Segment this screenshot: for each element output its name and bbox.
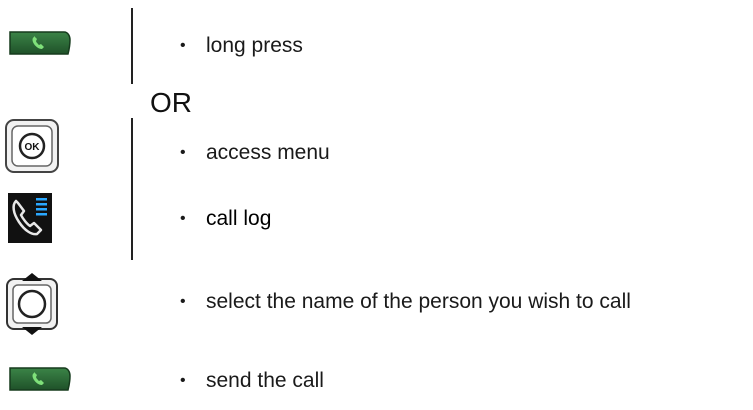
step-text-call-log: call log — [206, 207, 272, 230]
step-text-access-menu: access menu — [206, 141, 330, 164]
bullet: • — [180, 144, 186, 161]
bullet: • — [180, 210, 186, 227]
bullet: • — [180, 293, 186, 310]
step-send-call: • send the call — [180, 369, 324, 393]
ok-button-icon: OK — [4, 118, 60, 174]
divider-line-top — [131, 8, 133, 84]
bullet: • — [180, 372, 186, 389]
green-call-key-icon — [8, 30, 72, 56]
navigator-up-down-icon — [4, 273, 62, 335]
step-call-log: • call log — [180, 207, 271, 231]
step-text-long-press: long press — [206, 34, 303, 57]
step-select-name: • select the name of the person you wish … — [180, 290, 631, 314]
bullet: • — [180, 37, 186, 54]
step-text-send-call: send the call — [206, 369, 324, 392]
or-separator: OR — [150, 87, 192, 118]
svg-text:OK: OK — [25, 142, 41, 153]
green-call-key-icon — [8, 366, 72, 392]
step-text-select-name: select the name of the person you wish t… — [206, 290, 631, 313]
divider-line-menu — [131, 118, 133, 260]
step-access-menu: • access menu — [180, 141, 330, 165]
step-long-press: • long press — [180, 34, 303, 58]
call-log-icon — [8, 193, 52, 243]
